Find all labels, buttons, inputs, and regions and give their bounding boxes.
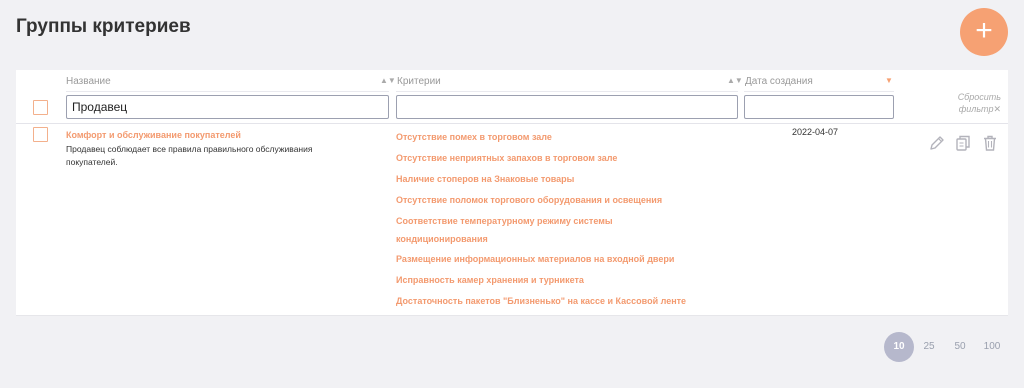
column-header-created[interactable]: Дата создания: [745, 76, 813, 87]
reset-filter-label: фильтр: [958, 104, 994, 114]
criterion-link[interactable]: Отсутствие поломок торгового оборудовани…: [396, 190, 716, 210]
header-divider: [66, 91, 389, 92]
criterion-link[interactable]: Отсутствие помех в торговом зале: [396, 127, 716, 147]
created-filter-input[interactable]: [744, 95, 894, 119]
group-description: Продавец соблюдает все правила правильно…: [66, 144, 313, 167]
row-divider: [16, 123, 1008, 124]
name-filter-input[interactable]: [66, 95, 389, 119]
criterion-link[interactable]: Соответствие температурному режиму систе…: [396, 211, 716, 231]
sort-icon[interactable]: ▲▼: [380, 76, 396, 85]
sort-icon[interactable]: ▲▼: [727, 76, 743, 85]
edit-icon[interactable]: [928, 134, 946, 152]
row-checkbox[interactable]: [33, 127, 48, 142]
reset-filter-label: Сбросить: [957, 92, 1001, 102]
select-all-checkbox[interactable]: [33, 100, 48, 115]
header-divider: [744, 91, 894, 92]
trash-icon[interactable]: [981, 134, 999, 152]
criteria-groups-table: Название ▲▼ Критерии ▲▼ Дата создания ▼ …: [16, 70, 1008, 316]
page-title: Группы критериев: [16, 16, 191, 37]
criteria-filter-input[interactable]: [396, 95, 738, 119]
criterion-link[interactable]: Наличие стоперов на Знаковые товары: [396, 169, 716, 189]
page-size-option[interactable]: 100: [978, 332, 1006, 362]
header-divider: [396, 91, 738, 92]
column-header-name[interactable]: Название: [66, 76, 111, 87]
add-group-button[interactable]: +: [960, 8, 1008, 56]
criterion-link[interactable]: Размещение информационных материалов на …: [396, 249, 716, 269]
page-size-option[interactable]: 25: [917, 332, 941, 362]
page-size-option[interactable]: 10: [884, 332, 914, 362]
criterion-link[interactable]: Достаточность пакетов "Близненько" на ка…: [396, 291, 716, 311]
criterion-link[interactable]: Исправность камер хранения и турникета: [396, 270, 716, 290]
criterion-link[interactable]: кондиционирования: [396, 229, 716, 249]
page-size-option[interactable]: 50: [948, 332, 972, 362]
reset-filter-button[interactable]: Сбросить фильтр✕: [941, 91, 1001, 115]
close-icon: ✕: [993, 104, 1001, 114]
column-header-criteria[interactable]: Критерии: [397, 76, 441, 87]
criterion-link[interactable]: Отсутствие неприятных запахов в торговом…: [396, 148, 716, 168]
copy-icon[interactable]: [954, 134, 972, 152]
group-name-link[interactable]: Комфорт и обслуживание покупателей: [66, 130, 241, 140]
sort-desc-icon[interactable]: ▼: [885, 76, 893, 85]
created-date: 2022-04-07: [792, 127, 839, 137]
